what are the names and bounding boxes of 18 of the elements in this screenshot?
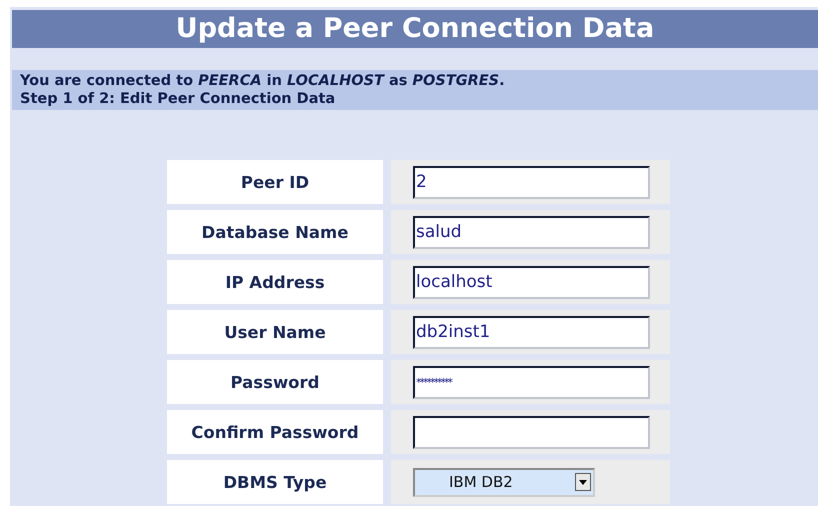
masked-text: ********** [416,376,451,388]
info-text: You are connected to PEERCA in LOCALHOST as POSTGRES. [20,72,506,90]
dbms-dropdown[interactable]: IBM DB2 [413,468,595,496]
info-text: Step 1 of 2: Edit Peer Connection Data [20,90,336,108]
field-label: DBMS Type [167,460,383,504]
input-field[interactable]: salud [413,216,650,248]
input-field[interactable]: db2inst1 [413,316,650,348]
field-label: Confirm Password [167,410,383,454]
input-field[interactable]: 2 [413,166,650,198]
field-label: Password [167,360,383,404]
password-field[interactable] [413,416,650,448]
password-field[interactable]: ********** [413,366,650,398]
field-label: Database Name [167,210,383,254]
field-label: User Name [167,310,383,354]
input-field[interactable]: localhost [413,266,650,298]
field-label: Peer ID [167,160,383,204]
page-title: Update a Peer Connection Data [12,10,818,48]
field-label: IP Address [167,260,383,304]
